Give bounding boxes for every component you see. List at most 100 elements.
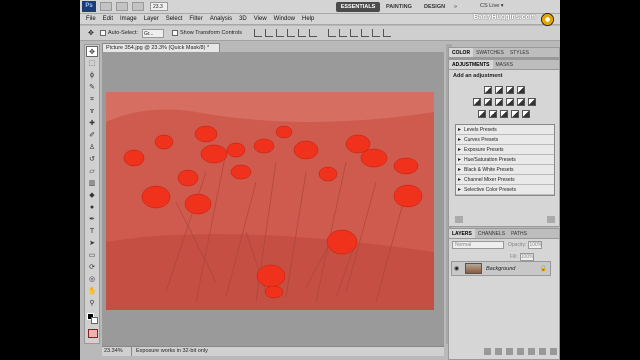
new-layer-icon[interactable] [539, 348, 546, 355]
tab-adjustments[interactable]: ADJUSTMENTS [449, 60, 493, 69]
layer-row-background[interactable]: ◉ Background 🔒 [451, 261, 551, 276]
preset-black-white[interactable]: Black & White Presets [456, 165, 554, 175]
cs-live-button[interactable]: CS Live ▾ [480, 3, 504, 9]
preset-curves[interactable]: Curves Presets [456, 135, 554, 145]
background-color-swatch[interactable] [91, 317, 98, 324]
link-layers-icon[interactable] [484, 348, 491, 355]
levels-icon[interactable] [494, 86, 503, 94]
distribute-bottom-icon[interactable] [350, 29, 359, 37]
eyedropper-tool-icon[interactable]: ɤ [86, 106, 98, 117]
tab-channels[interactable]: CHANNELS [475, 229, 508, 238]
tab-layers[interactable]: LAYERS [449, 229, 475, 238]
align-vcenter-icon[interactable] [265, 29, 274, 37]
menu-layer[interactable]: Layer [144, 16, 159, 22]
history-brush-tool-icon[interactable]: ↺ [86, 154, 98, 165]
tab-styles[interactable]: STYLES [507, 48, 532, 57]
preset-channel-mixer[interactable]: Channel Mixer Presets [456, 175, 554, 185]
distribute-left-icon[interactable] [361, 29, 370, 37]
marquee-tool-icon[interactable]: ⬚ [86, 58, 98, 69]
healing-brush-tool-icon[interactable]: ✚ [86, 118, 98, 129]
zoom-level-field[interactable]: 23.3 [150, 2, 168, 11]
preset-levels[interactable]: Levels Presets [456, 125, 554, 135]
opacity-field[interactable]: 100% [528, 241, 543, 249]
move-tool-icon[interactable]: ✥ [86, 46, 98, 57]
align-left-icon[interactable] [287, 29, 296, 37]
distribute-vcenter-icon[interactable] [339, 29, 348, 37]
3d-orbit-tool-icon[interactable]: ◎ [86, 274, 98, 285]
image-canvas[interactable] [106, 92, 434, 310]
type-tool-icon[interactable]: T [86, 226, 98, 237]
menu-help[interactable]: Help [302, 16, 314, 22]
new-group-icon[interactable] [528, 348, 535, 355]
tab-swatches[interactable]: SWATCHES [473, 48, 507, 57]
color-balance-icon[interactable] [494, 98, 503, 106]
visibility-eye-icon[interactable]: ◉ [454, 265, 462, 272]
hand-icon[interactable] [132, 2, 144, 11]
menu-view[interactable]: View [254, 16, 267, 22]
hand-tool-icon[interactable]: ✋ [86, 286, 98, 297]
add-mask-icon[interactable] [506, 348, 513, 355]
workspace-painting-button[interactable]: PAINTING [382, 2, 416, 12]
menu-edit[interactable]: Edit [103, 16, 113, 22]
status-message[interactable]: Exposure works in 32-bit only [132, 347, 208, 356]
show-transform-checkbox[interactable] [171, 30, 178, 36]
fill-field[interactable]: 100% [519, 253, 534, 261]
channel-mixer-icon[interactable] [527, 98, 536, 106]
tab-masks[interactable]: MASKS [493, 60, 517, 69]
menu-analysis[interactable]: Analysis [210, 16, 232, 22]
brush-tool-icon[interactable]: ✐ [86, 130, 98, 141]
quick-select-tool-icon[interactable]: ✎ [86, 82, 98, 93]
zoom-tool-icon[interactable]: ⚲ [86, 298, 98, 309]
lasso-tool-icon[interactable]: ϕ [86, 70, 98, 81]
posterize-icon[interactable] [489, 110, 497, 118]
clip-to-layer-icon[interactable] [455, 216, 463, 223]
align-bottom-icon[interactable] [276, 29, 285, 37]
invert-icon[interactable] [478, 110, 486, 118]
menu-3d[interactable]: 3D [239, 16, 247, 22]
photo-filter-icon[interactable] [516, 98, 525, 106]
bridge-icon[interactable] [100, 2, 112, 11]
menu-image[interactable]: Image [120, 16, 137, 22]
black-white-icon[interactable] [505, 98, 514, 106]
quick-mask-button[interactable] [88, 329, 98, 338]
dodge-tool-icon[interactable]: ● [86, 202, 98, 213]
threshold-icon[interactable] [500, 110, 508, 118]
preset-hue-saturation[interactable]: Hue/Saturation Presets [456, 155, 554, 165]
panel-options-icon[interactable] [547, 216, 555, 223]
exposure-icon[interactable] [516, 86, 525, 94]
minibridge-icon[interactable] [116, 2, 128, 11]
clone-stamp-tool-icon[interactable]: ♙ [86, 142, 98, 153]
auto-select-checkbox[interactable] [100, 30, 106, 36]
selective-color-icon[interactable] [522, 110, 530, 118]
menu-filter[interactable]: Filter [189, 16, 202, 22]
align-top-icon[interactable] [254, 29, 263, 37]
align-hcenter-icon[interactable] [298, 29, 307, 37]
layer-style-icon[interactable] [495, 348, 502, 355]
crop-tool-icon[interactable]: ⌗ [86, 94, 98, 105]
gradient-map-icon[interactable] [511, 110, 519, 118]
eraser-tool-icon[interactable]: ▱ [86, 166, 98, 177]
menu-select[interactable]: Select [166, 16, 183, 22]
path-select-tool-icon[interactable]: ➤ [86, 238, 98, 249]
menu-window[interactable]: Window [274, 16, 295, 22]
workspace-design-button[interactable]: DESIGN [420, 2, 449, 12]
curves-icon[interactable] [505, 86, 514, 94]
blend-mode-dropdown[interactable]: Normal [452, 241, 504, 249]
tab-color[interactable]: COLOR [449, 48, 474, 57]
workspace-more-button[interactable]: » [450, 2, 461, 12]
distribute-hcenter-icon[interactable] [372, 29, 381, 37]
new-adjustment-icon[interactable] [517, 348, 524, 355]
blur-tool-icon[interactable]: ◆ [86, 190, 98, 201]
status-zoom-field[interactable]: 23.34% [102, 347, 132, 356]
gradient-tool-icon[interactable]: ▥ [86, 178, 98, 189]
distribute-right-icon[interactable] [383, 29, 392, 37]
hue-saturation-icon[interactable] [483, 98, 492, 106]
distribute-top-icon[interactable] [328, 29, 337, 37]
delete-layer-icon[interactable] [550, 348, 557, 355]
3d-rotate-tool-icon[interactable]: ⟳ [86, 262, 98, 273]
vibrance-icon[interactable] [472, 98, 481, 106]
move-tool-preset-icon[interactable]: ✥ [88, 29, 100, 38]
workspace-essentials-button[interactable]: ESSENTIALS [336, 2, 380, 12]
align-right-icon[interactable] [309, 29, 318, 37]
tab-paths[interactable]: PATHS [508, 229, 530, 238]
